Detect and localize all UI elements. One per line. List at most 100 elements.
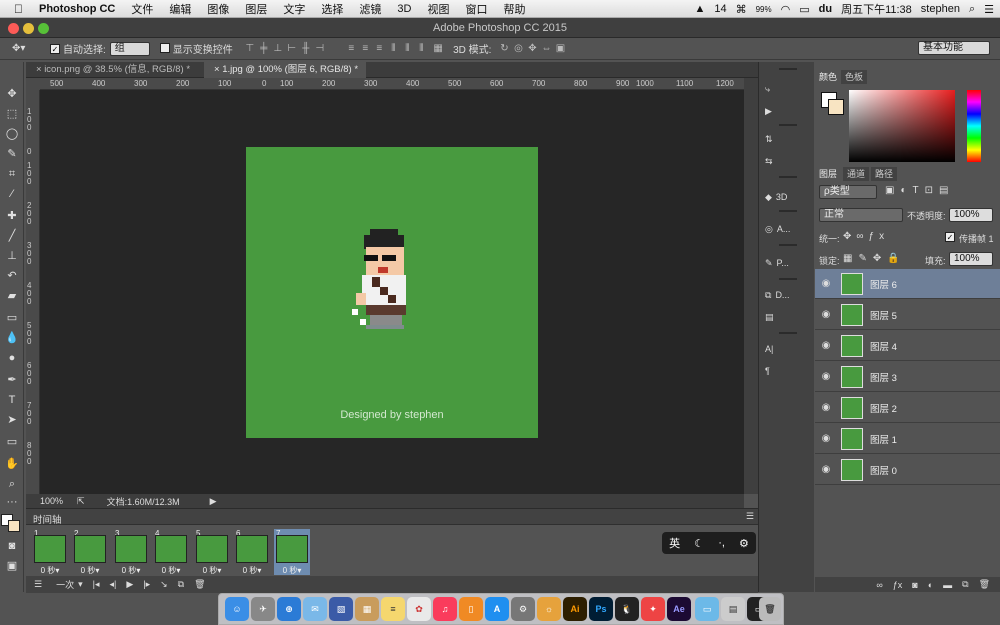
timeline-frame[interactable]: 50 秒▾ bbox=[194, 529, 230, 575]
tweetbot-icon[interactable]: ✉ bbox=[303, 597, 327, 621]
paragraph-panel-button[interactable]: ¶ bbox=[765, 360, 811, 382]
eye-icon[interactable]: ◉ bbox=[815, 309, 837, 320]
clock[interactable]: 周五下午11:38 bbox=[841, 1, 912, 17]
frame-delay[interactable]: 0 秒▾ bbox=[234, 565, 270, 576]
frame-delay[interactable]: 0 秒▾ bbox=[153, 565, 189, 576]
character-panel-button[interactable]: A| bbox=[765, 338, 811, 360]
vertical-scrollbar[interactable] bbox=[744, 78, 758, 494]
stickies-icon[interactable]: ≡ bbox=[381, 597, 405, 621]
path-select-tool-icon[interactable]: ➤ bbox=[4, 412, 20, 428]
show-transform-checkbox[interactable] bbox=[159, 42, 173, 55]
distribute-vcenter-icon[interactable]: ≡ bbox=[358, 43, 372, 55]
lasso-tool-icon[interactable]: ◯ bbox=[4, 126, 20, 142]
new-layer-icon[interactable]: ⧉ bbox=[962, 579, 968, 590]
tab-icon-png[interactable]: × icon.png @ 38.5% (信息, RGB/8) * bbox=[26, 62, 198, 78]
tab-1-jpg[interactable]: × 1.jpg @ 100% (图层 6, RGB/8) * bbox=[204, 62, 367, 78]
menu-layer[interactable]: 图层 bbox=[237, 1, 275, 17]
distribute-bottom-icon[interactable]: ≡ bbox=[372, 43, 386, 55]
frame-delay[interactable]: 0 秒▾ bbox=[274, 565, 310, 576]
layer-row[interactable]: ◉ 图层 2 bbox=[815, 393, 1000, 423]
layer-row[interactable]: ◉ 图层 1 bbox=[815, 424, 1000, 454]
trash-icon[interactable]: 🗑 bbox=[759, 597, 781, 621]
distribute-left-icon[interactable]: ⦀ bbox=[386, 43, 400, 55]
fill-input[interactable]: 100% bbox=[949, 252, 993, 266]
user-name[interactable]: stephen bbox=[921, 3, 960, 15]
panel-d-button[interactable]: ⧉ D... bbox=[765, 284, 811, 306]
brush-tool-icon[interactable]: ╱ bbox=[4, 228, 20, 244]
menu-app[interactable]: Photoshop CC bbox=[31, 3, 123, 15]
search-icon[interactable]: ⌕ bbox=[969, 3, 975, 16]
move-tool-icon[interactable]: ✥ bbox=[4, 86, 20, 102]
rotate-3d-icon[interactable]: ↻ bbox=[497, 43, 511, 55]
align-top-icon[interactable]: ⊤ bbox=[243, 43, 257, 55]
filter-icons[interactable]: ▣◐T⊡▤ bbox=[885, 185, 954, 196]
apple-icon[interactable]:  bbox=[0, 2, 31, 16]
next-frame-icon[interactable]: |▸ bbox=[143, 579, 150, 590]
panel-p-button[interactable]: ✎ P... bbox=[765, 252, 811, 274]
menu-image[interactable]: 图像 bbox=[199, 1, 237, 17]
tab-close-icon[interactable]: × bbox=[214, 64, 222, 75]
loop-arrow-icon[interactable]: ▾ bbox=[78, 579, 83, 590]
move-tool-icon[interactable]: ✥▾ bbox=[12, 43, 40, 54]
timeline-frame[interactable]: 60 秒▾ bbox=[234, 529, 270, 575]
crop-tool-icon[interactable]: ⌗ bbox=[4, 166, 20, 182]
notes-book-icon[interactable]: ▦ bbox=[355, 597, 379, 621]
first-frame-icon[interactable]: |◂ bbox=[93, 579, 100, 590]
punctuation-icon[interactable]: ·, bbox=[718, 537, 725, 549]
after-effects-icon[interactable]: Ae bbox=[667, 597, 691, 621]
slide-3d-icon[interactable]: ⇔ bbox=[539, 43, 553, 55]
menu-type[interactable]: 文字 bbox=[275, 1, 313, 17]
du-icon[interactable]: du bbox=[819, 3, 832, 15]
pen-tool-icon[interactable]: ✒ bbox=[4, 372, 20, 388]
blur-tool-icon[interactable]: 💧 bbox=[4, 330, 20, 346]
align-bottom-icon[interactable]: ⊥ bbox=[271, 43, 285, 55]
panel-3d-button[interactable]: ◆ 3D bbox=[765, 186, 811, 208]
menu-edit[interactable]: 编辑 bbox=[161, 1, 199, 17]
type-tool-icon[interactable]: T bbox=[4, 392, 20, 408]
auto-select-dropdown[interactable]: 组 bbox=[109, 41, 150, 56]
screen-mode-icon[interactable]: ▣ bbox=[4, 558, 20, 574]
distribute-top-icon[interactable]: ≡ bbox=[344, 43, 358, 55]
menu-window[interactable]: 窗口 bbox=[457, 1, 495, 17]
layer-name[interactable]: 图层 1 bbox=[870, 432, 897, 446]
auto-select-checkbox[interactable]: ✓ bbox=[50, 43, 63, 54]
layer-filter-dropdown[interactable]: ρ类型 bbox=[819, 185, 877, 199]
timeline-frame[interactable]: 20 秒▾ bbox=[72, 529, 108, 575]
scale-3d-icon[interactable]: ▣ bbox=[553, 43, 567, 55]
zoom-tool-icon[interactable]: ⌕ bbox=[4, 476, 20, 492]
roll-3d-icon[interactable]: ◎ bbox=[511, 43, 525, 55]
propagate-checkbox[interactable]: ✓ bbox=[945, 231, 958, 242]
frame-delay[interactable]: 0 秒▾ bbox=[72, 565, 108, 576]
lock-icons[interactable]: ▦✎✥🔒 bbox=[843, 253, 906, 264]
delete-layer-icon[interactable]: 🗑 bbox=[979, 579, 990, 590]
timeline-frame-selected[interactable]: 70 秒▾ bbox=[274, 529, 310, 575]
marquee-tool-icon[interactable]: ⬚ bbox=[4, 106, 20, 122]
frame-delay[interactable]: 0 秒▾ bbox=[194, 565, 230, 576]
layer-row[interactable]: ◉ 图层 4 bbox=[815, 331, 1000, 361]
layer-row[interactable]: ◉ 图层 3 bbox=[815, 362, 1000, 392]
menu-filter[interactable]: 滤镜 bbox=[351, 1, 389, 17]
app-store-icon[interactable]: A bbox=[485, 597, 509, 621]
zoom-level[interactable]: 100% bbox=[40, 496, 63, 506]
tab-channels[interactable]: 通道 bbox=[843, 167, 870, 181]
layer-name[interactable]: 图层 4 bbox=[870, 339, 897, 353]
eye-icon[interactable]: ◉ bbox=[815, 433, 837, 444]
status-menu-arrow-icon[interactable]: ▶ bbox=[210, 496, 217, 507]
shape-tool-icon[interactable]: ▭ bbox=[4, 434, 20, 450]
background-color[interactable] bbox=[8, 520, 20, 532]
properties-panel-button[interactable]: ⇅ bbox=[765, 128, 811, 150]
timeline-frame[interactable]: 30 秒▾ bbox=[113, 529, 149, 575]
duplicate-frame-icon[interactable]: ⧉ bbox=[178, 579, 184, 590]
hue-slider[interactable] bbox=[967, 90, 981, 162]
play-icon[interactable]: ▶ bbox=[126, 579, 133, 590]
tab-swatches[interactable]: 色板 bbox=[841, 70, 868, 84]
eye-icon[interactable]: ◉ bbox=[815, 340, 837, 351]
photo-icon[interactable]: ▧ bbox=[329, 597, 353, 621]
layer-comps-button[interactable]: ▤ bbox=[765, 306, 811, 328]
stamp-tool-icon[interactable]: ⊥ bbox=[4, 248, 20, 264]
wifi-icon[interactable]: ◠ bbox=[781, 3, 791, 16]
add-mask-icon[interactable]: ◙ bbox=[912, 580, 917, 590]
document-canvas[interactable]: Designed by stephen bbox=[246, 147, 538, 438]
layer-name[interactable]: 图层 3 bbox=[870, 370, 897, 384]
weather-icon[interactable]: ☼ bbox=[537, 597, 561, 621]
